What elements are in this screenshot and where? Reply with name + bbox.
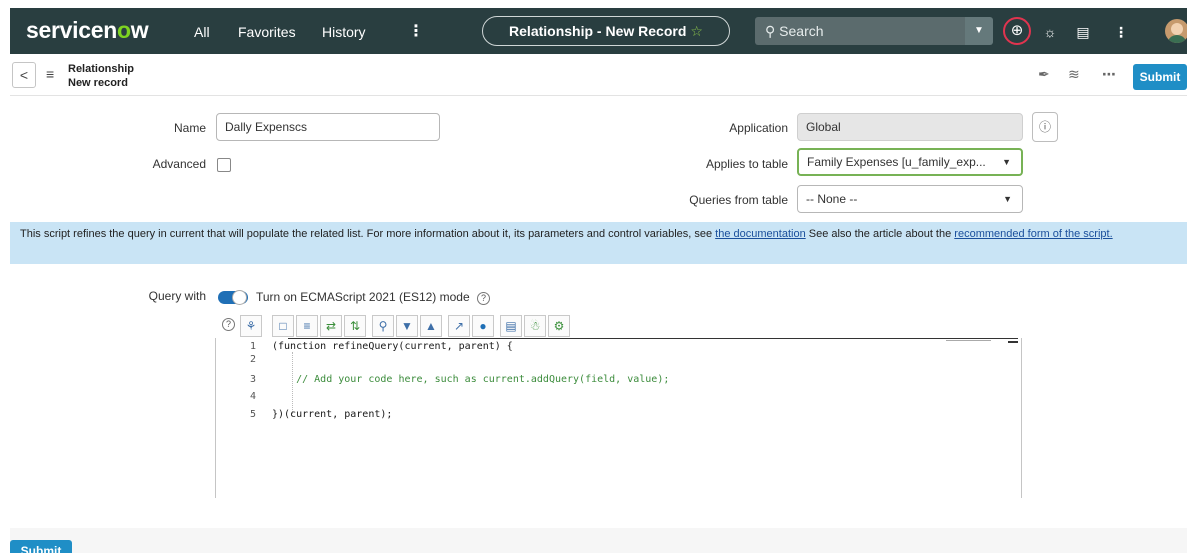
chat-icon[interactable]: ☼ — [1039, 21, 1061, 43]
record-title-pill[interactable]: Relationship - New Record ☆ — [482, 16, 730, 46]
search-code-icon[interactable]: ⚲ — [372, 315, 394, 337]
editor-help-icon[interactable]: ? — [222, 318, 235, 331]
documentation-link[interactable]: the documentation — [715, 228, 806, 240]
code-line: 4 — [249, 391, 256, 402]
advanced-checkbox[interactable] — [217, 158, 231, 172]
banner-text: This script refines the query in current… — [20, 228, 716, 240]
form-header: < ≡ Relationship New record ✒ ≋ ⋯ Submit — [10, 56, 1187, 96]
code-line: 5})(current, parent); — [249, 409, 393, 420]
top-navigation-bar: servicenow All Favorites History ⋮ Relat… — [10, 8, 1187, 54]
comment-icon[interactable]: □ — [272, 315, 294, 337]
info-icon[interactable]: ⓘ — [1032, 112, 1058, 142]
queries-from-table-label: Queries from table — [689, 193, 788, 207]
more-options-icon[interactable]: ⋮ — [1110, 21, 1132, 43]
script-editor[interactable]: 1 (function refineQuery(current, parent) … — [215, 338, 1022, 498]
chevron-down-icon: ▼ — [1003, 194, 1012, 204]
form-title: Relationship — [68, 63, 135, 75]
recommended-form-link[interactable]: recommended form of the script. — [954, 228, 1112, 240]
code-line: 1 (function refineQuery(current, parent) … — [249, 341, 513, 352]
syntax-check-icon[interactable]: ● — [472, 315, 494, 337]
form-menu-icon[interactable]: ≡ — [46, 66, 54, 82]
avatar-face — [1171, 23, 1183, 35]
replace-all-icon[interactable]: ⇅ — [344, 315, 366, 337]
editor-toolbar: ⚘ □ ≡ ⇄ ⇅ ⚲ ▼ ▲ ↗ ● ▤ ☃ ⚙ — [240, 315, 572, 337]
nav-history[interactable]: History — [322, 24, 366, 40]
code-line: 3 // Add your code here, such as current… — [249, 374, 670, 385]
settings-gear-icon[interactable]: ⚙ — [548, 315, 570, 337]
chevron-down-icon: ▼ — [1002, 157, 1011, 167]
search-icon: ⚲ — [765, 23, 776, 39]
query-with-label: Query with — [148, 289, 206, 303]
record-title: Relationship - New Record — [509, 23, 687, 39]
es12-toggle-label: Turn on ECMAScript 2021 (ES12) mode ? — [256, 290, 490, 305]
nav-all[interactable]: All — [194, 24, 210, 40]
nav-more-icon[interactable]: ⋮ — [408, 21, 424, 41]
applies-to-table-select[interactable]: Family Expenses [u_family_exp... ▼ — [797, 148, 1023, 176]
name-input[interactable]: Dally Expenscs — [216, 113, 440, 141]
save-icon[interactable]: ▤ — [500, 315, 522, 337]
find-next-icon[interactable]: ▼ — [396, 315, 418, 337]
search-scope-dropdown[interactable]: ▼ — [965, 17, 993, 45]
es12-mode-toggle[interactable] — [218, 290, 248, 305]
top-strip — [0, 0, 1187, 8]
expand-icon[interactable]: ↗ — [448, 315, 470, 337]
code-line: 2 — [249, 354, 256, 365]
queries-from-table-select[interactable]: -- None -- ▼ — [797, 185, 1023, 213]
align-icon[interactable]: ≡ — [296, 315, 318, 337]
replace-icon[interactable]: ⇄ — [320, 315, 342, 337]
toggle-knob — [232, 290, 247, 305]
queries-from-table-value: -- None -- — [806, 192, 858, 206]
applies-to-table-value: Family Expenses [u_family_exp... — [807, 155, 986, 169]
avatar-body — [1167, 35, 1187, 43]
find-previous-icon[interactable]: ▲ — [420, 315, 442, 337]
nav-favorites[interactable]: Favorites — [238, 24, 296, 40]
applies-to-table-label: Applies to table — [705, 157, 788, 171]
editor-top-border — [288, 338, 1018, 339]
search-placeholder: Search — [779, 23, 824, 39]
inbox-icon[interactable]: ▤ — [1072, 21, 1094, 43]
submit-button-top[interactable]: Submit — [1133, 64, 1187, 90]
application-label: Application — [729, 121, 788, 135]
format-icon[interactable]: ⚘ — [240, 315, 262, 337]
attachment-icon[interactable]: ✒ — [1038, 66, 1050, 83]
more-actions-icon[interactable]: ⋯ — [1102, 66, 1116, 83]
script-debugger-icon[interactable]: ☃ — [524, 315, 546, 337]
settings-sliders-icon[interactable]: ≋ — [1068, 66, 1080, 83]
favorite-star-icon[interactable]: ☆ — [690, 23, 703, 39]
servicenow-logo[interactable]: servicenow — [26, 17, 149, 44]
search-input[interactable]: ⚲ Search — [755, 17, 973, 45]
back-button[interactable]: < — [12, 62, 36, 88]
info-banner: This script refines the query in current… — [10, 222, 1187, 264]
globe-icon[interactable]: ⊕ — [1003, 17, 1031, 45]
banner-text-2: See also the article about the — [805, 228, 955, 240]
form-subtitle: New record — [68, 77, 128, 89]
help-icon[interactable]: ? — [477, 292, 490, 305]
form-footer — [10, 528, 1187, 553]
application-field: Global — [797, 113, 1023, 141]
name-label: Name — [173, 121, 206, 135]
avatar[interactable] — [1165, 19, 1187, 43]
advanced-label: Advanced — [152, 157, 206, 171]
submit-button-bottom[interactable]: Submit — [10, 540, 72, 553]
